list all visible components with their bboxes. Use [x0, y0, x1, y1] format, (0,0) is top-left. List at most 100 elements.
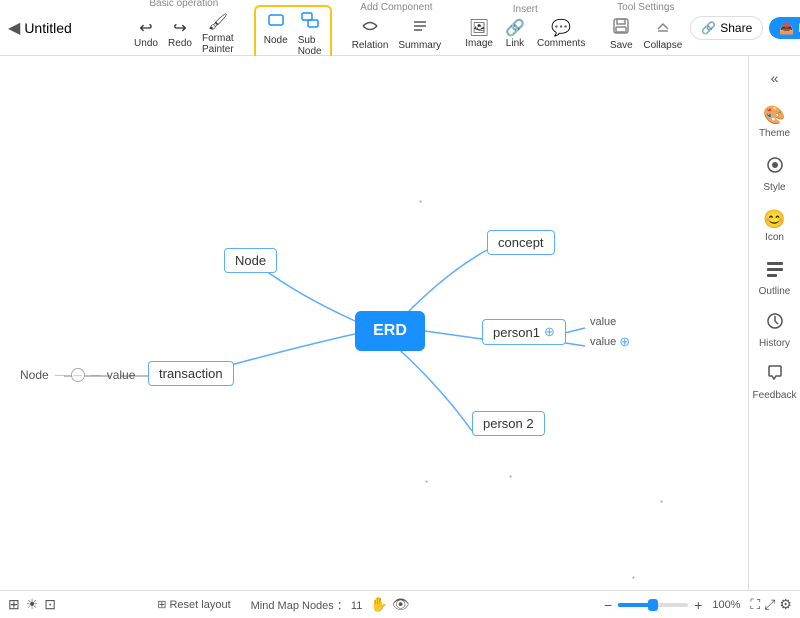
toolbar-right: 🔗 Share 📤 Export: [690, 16, 800, 40]
group-tool-settings: Tool Settings Save Collapse: [601, 2, 690, 53]
value-label-1: value: [590, 316, 616, 328]
export-button[interactable]: 📤 Export: [769, 17, 800, 39]
link-button[interactable]: 🔗 Link: [499, 17, 531, 51]
link-icon: 🔗: [505, 19, 525, 38]
dash-line: —: [55, 370, 65, 381]
dot-5: ●: [425, 479, 428, 485]
left-chain: Node — — — value: [20, 368, 135, 382]
dot-1: ●: [419, 199, 422, 205]
title-area: ◀ Untitled: [8, 18, 118, 38]
eye-icon[interactable]: 👁: [392, 596, 410, 613]
value-label-2: value: [590, 336, 616, 348]
settings-icon[interactable]: ⚙: [779, 596, 792, 613]
insert-items: 🖼 Image 🔗 Link 💬 Comments: [461, 17, 589, 51]
canvas[interactable]: ERD concept person1 ⊕ person 2 Node tran…: [0, 56, 748, 590]
collapse-button[interactable]: Collapse: [639, 15, 686, 53]
tool-items: Save Collapse: [605, 15, 686, 53]
bottom-grid-icon[interactable]: ⊞: [8, 596, 20, 613]
save-button[interactable]: Save: [605, 15, 637, 53]
group-label-basic: Basic operation: [149, 0, 218, 9]
bottom-table-icon[interactable]: ⊡: [44, 596, 56, 613]
group-add-node: Add Node Node Sub Node: [250, 0, 336, 63]
zoom-value: 100%: [708, 599, 744, 611]
hand-icon[interactable]: ✋: [370, 596, 387, 613]
group-label-insert: Insert: [513, 4, 538, 15]
summary-icon: [411, 17, 429, 40]
dot-4: ●: [632, 575, 635, 581]
node-person2[interactable]: person 2: [472, 411, 545, 436]
image-icon: 🖼: [469, 19, 489, 38]
group-label-tool: Tool Settings: [617, 2, 674, 13]
format-painter-button[interactable]: 🖌Format Painter: [198, 11, 238, 56]
sidebar-item-history[interactable]: History: [751, 304, 799, 356]
toolbar: ◀ Untitled Basic operation ↩Undo ↪Redo 🖌…: [0, 0, 800, 56]
zoom-out-button[interactable]: −: [604, 597, 612, 613]
node-concept[interactable]: concept: [487, 230, 555, 255]
comments-button[interactable]: 💬 Comments: [533, 17, 589, 51]
share-button[interactable]: 🔗 Share: [690, 16, 763, 40]
style-icon: [765, 155, 785, 180]
bottom-sun-icon[interactable]: ☀: [26, 596, 39, 613]
page-title: Untitled: [24, 20, 71, 36]
collapse-icon: [654, 17, 672, 40]
sidebar-collapse-button[interactable]: «: [757, 64, 793, 92]
component-items: Relation Summary: [348, 15, 446, 53]
zoom-slider-handle[interactable]: [648, 599, 658, 611]
export-icon: 📤: [779, 21, 794, 35]
value-label-left: value: [107, 368, 136, 382]
save-icon: [612, 17, 630, 40]
main-area: ERD concept person1 ⊕ person 2 Node tran…: [0, 56, 800, 590]
group-label-addnode: Add Node: [270, 0, 314, 3]
add-node-highlight-box: Node Sub Node: [254, 5, 332, 62]
feedback-icon: [765, 363, 785, 388]
left-node-label: Node: [20, 368, 49, 382]
theme-icon: 🎨: [763, 105, 785, 126]
node-person1[interactable]: person1 ⊕: [482, 319, 566, 345]
group-insert: Insert 🖼 Image 🔗 Link 💬 Comments: [457, 4, 593, 51]
sidebar-item-outline[interactable]: Outline: [751, 252, 799, 304]
back-button[interactable]: ◀: [8, 18, 20, 38]
fullscreen-icon[interactable]: ⤢: [764, 596, 775, 613]
reset-layout-button[interactable]: ⊞ Reset layout: [157, 598, 230, 611]
relation-button[interactable]: Relation: [348, 15, 393, 53]
relation-icon: [361, 17, 379, 40]
sidebar-item-theme[interactable]: 🎨 Theme: [751, 96, 799, 148]
zoom-slider-track[interactable]: [618, 603, 688, 607]
group-label-component: Add Component: [360, 2, 432, 13]
dot-3: ●: [660, 499, 663, 505]
node-count-label: Mind Map Nodes ： 11: [251, 597, 363, 613]
fit-screen-icon[interactable]: ⛶: [750, 596, 760, 613]
minus-circle-icon[interactable]: —: [71, 368, 85, 382]
outline-icon: [765, 259, 785, 284]
sidebar-item-style[interactable]: Style: [751, 148, 799, 200]
dash-line2: —: [91, 370, 101, 381]
basic-items: ↩Undo ↪Redo 🖌Format Painter: [130, 11, 238, 56]
zoom-in-button[interactable]: +: [694, 597, 702, 613]
summary-button[interactable]: Summary: [394, 15, 445, 53]
group-basic-operation: Basic operation ↩Undo ↪Redo 🖌Format Pain…: [126, 0, 242, 57]
reset-layout-icon: ⊞: [157, 598, 166, 611]
icon-icon: 😊: [763, 209, 785, 230]
history-icon: [765, 311, 785, 336]
sidebar-item-icon[interactable]: 😊 Icon: [751, 200, 799, 252]
node-erd[interactable]: ERD: [355, 311, 425, 351]
right-sidebar: « 🎨 Theme Style 😊 Icon Outline History: [748, 56, 800, 590]
sub-node-button[interactable]: Sub Node: [294, 9, 326, 58]
dot-2: ●: [509, 474, 512, 480]
sub-node-icon: [301, 11, 319, 34]
bottom-right: − + 100% ⛶ ⤢ ⚙: [604, 596, 792, 613]
image-button[interactable]: 🖼 Image: [461, 17, 497, 51]
person1-expand-icon[interactable]: ⊕: [544, 324, 555, 340]
undo-button[interactable]: ↩Undo: [130, 17, 162, 51]
bottom-center: ⊞ Reset layout Mind Map Nodes ： 11 ✋ 👁: [157, 596, 409, 613]
redo-button[interactable]: ↪Redo: [164, 17, 196, 51]
sidebar-item-feedback[interactable]: Feedback: [751, 356, 799, 408]
group-add-component: Add Component Relation Summary: [344, 2, 450, 53]
node-upper[interactable]: Node: [224, 248, 277, 273]
value-add-icon[interactable]: ⊕: [619, 334, 630, 350]
bottom-view-icons: ⛶ ⤢ ⚙: [750, 596, 792, 613]
node-transaction[interactable]: transaction: [148, 361, 234, 386]
share-icon: 🔗: [701, 21, 716, 35]
node-button[interactable]: Node: [260, 9, 292, 58]
bottom-bar: ⊞ ☀ ⊡ ⊞ Reset layout Mind Map Nodes ： 11…: [0, 590, 800, 618]
